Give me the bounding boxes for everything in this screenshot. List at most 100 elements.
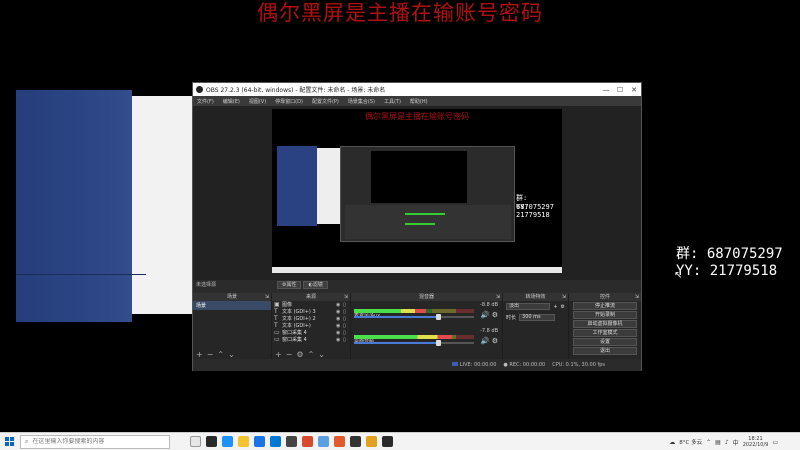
speaker-icon[interactable]: 🔊	[481, 337, 490, 345]
lock-icon[interactable]: ▯	[343, 316, 350, 322]
volume-slider[interactable]	[354, 340, 474, 346]
live-indicator-icon	[452, 362, 459, 366]
visibility-eye-icon[interactable]: ◉	[336, 323, 343, 329]
steam-app-icon[interactable]	[286, 436, 297, 447]
edge-app-icon[interactable]	[222, 436, 233, 447]
start-recording-button[interactable]: 开始录制	[573, 311, 637, 319]
lock-icon[interactable]: ▯	[343, 330, 350, 336]
move-up-icon[interactable]: ⌃	[308, 350, 315, 359]
chevron-up-icon[interactable]: ⌃	[706, 439, 711, 446]
obs-app-icon[interactable]	[206, 436, 217, 447]
windows-taskbar: ⌕ ☁ 8°C 多云 ⌃ ▤ ♪ 中 18:21 2022/10/9 ▭	[0, 432, 800, 450]
exit-button[interactable]: 退出	[573, 347, 637, 355]
ime-icon[interactable]: 中	[733, 438, 739, 447]
settings-button[interactable]: 设置	[573, 338, 637, 346]
menu-file[interactable]: 文件(F)	[197, 98, 214, 105]
rec-indicator-icon: ●	[503, 362, 508, 368]
speaker-icon[interactable]: 🔊	[481, 311, 490, 319]
cpu-fps-readout: CPU: 0.1%, 30.00 fps	[552, 362, 605, 368]
visibility-eye-icon[interactable]: ◉	[336, 309, 343, 315]
add-scene-icon[interactable]: +	[196, 350, 203, 359]
filters-button[interactable]: ◐滤镜	[303, 281, 328, 289]
dock-pin-icon[interactable]: ⇲	[496, 293, 500, 301]
title-bar: OBS 27.2.3 (64-bit, windows) - 配置文件: 未命名…	[193, 83, 641, 96]
preview-canvas[interactable]: 偶尔黑屏是主播在输账号密码 群: 687075297 YY: 21779518	[272, 109, 562, 273]
dock-pin-icon[interactable]: ⇲	[562, 293, 566, 301]
task-view-icon[interactable]	[190, 436, 201, 447]
properties-button[interactable]: ⚙属性	[277, 281, 302, 289]
stop-streaming-button[interactable]: 停止推流	[573, 302, 637, 310]
source-item[interactable]: T 文本 (GDI+) 2 ◉ ▯	[272, 315, 350, 322]
store-app-icon[interactable]	[270, 436, 281, 447]
taskbar-search[interactable]: ⌕	[20, 434, 170, 449]
dock-pin-icon[interactable]: ⇲	[265, 293, 269, 301]
weather-text[interactable]: 8°C 多云	[679, 438, 702, 446]
duration-input[interactable]: 300 ms	[519, 314, 556, 321]
source-item[interactable]: ▣ 图像 ◉ ▯	[272, 301, 350, 308]
add-transition-icon[interactable]: +	[553, 304, 557, 310]
app-icon-dark[interactable]	[350, 436, 361, 447]
lock-icon[interactable]: ▯	[343, 309, 350, 315]
source-item[interactable]: ▭ 窗口采集 4 ◉ ▯	[272, 336, 350, 343]
menu-tools[interactable]: 工具(T)	[384, 98, 401, 105]
menu-edit[interactable]: 编辑(E)	[223, 98, 240, 105]
audio-mixer-dock: 混音器⇲ 麦克风/Aux-8.8 dB🔊 ⚙桌面音频-7.8 dB🔊 ⚙	[351, 293, 503, 359]
clock[interactable]: 18:21 2022/10/9	[743, 436, 769, 448]
source-name: 窗口采集 4	[282, 337, 307, 343]
app-icon-red[interactable]	[302, 436, 313, 447]
menu-help[interactable]: 帮助(H)	[410, 98, 428, 105]
maximize-button[interactable]: ☐	[613, 86, 627, 94]
lock-icon[interactable]: ▯	[343, 337, 350, 343]
visibility-eye-icon[interactable]: ◉	[336, 316, 343, 322]
app-icon-black[interactable]	[382, 436, 393, 447]
app-icon-orange[interactable]	[334, 436, 345, 447]
studio-mode-button[interactable]: 工作室模式	[573, 329, 637, 337]
channel-settings-icon[interactable]: ⚙	[492, 311, 498, 319]
search-input[interactable]	[32, 438, 169, 445]
network-icon[interactable]: ▤	[715, 439, 721, 446]
start-virtual-camera-button[interactable]: 启动虚拟摄像机	[573, 320, 637, 328]
windows-logo-icon	[4, 437, 14, 446]
visibility-eye-icon[interactable]: ◉	[336, 302, 343, 308]
app-icon-yellow[interactable]	[366, 436, 377, 447]
start-button[interactable]	[0, 433, 18, 450]
sources-dock: 来源 ⇲ ▣ 图像 ◉ ▯ T 文本 (GDI+) 3 ◉ ▯ T 文本 (GDI+) 2 ◉ ▯ T 文本…	[272, 293, 351, 359]
source-item[interactable]: T 文本 (GDI+) 3 ◉ ▯	[272, 308, 350, 315]
move-down-icon[interactable]: ⌄	[228, 350, 235, 359]
source-item[interactable]: T 文本 (GDI+) ◉ ▯	[272, 322, 350, 329]
rec-timer: REC: 00:00:00	[509, 362, 546, 368]
lock-icon[interactable]: ▯	[343, 302, 350, 308]
visibility-eye-icon[interactable]: ◉	[336, 337, 343, 343]
app-icon-blue[interactable]	[318, 436, 329, 447]
channel-db: -7.8 dB	[480, 328, 498, 334]
scene-item[interactable]: 场景	[193, 301, 271, 310]
transition-select[interactable]: 淡出	[506, 303, 551, 310]
transition-settings-icon[interactable]: ⚙	[561, 304, 565, 310]
volume-icon[interactable]: ♪	[725, 439, 729, 446]
close-button[interactable]: ✕	[627, 86, 641, 94]
qq-group-text: 群: 687075297	[676, 246, 783, 262]
remove-source-icon[interactable]: −	[286, 350, 293, 359]
volume-slider[interactable]	[354, 314, 474, 320]
add-source-icon[interactable]: +	[275, 350, 282, 359]
dock-pin-icon[interactable]: ⇲	[635, 293, 639, 301]
notification-icon[interactable]: ▭	[772, 439, 778, 446]
menu-docks[interactable]: 停靠窗口(D)	[275, 98, 303, 105]
menu-profile[interactable]: 配置文件(P)	[312, 98, 339, 105]
menu-scene-collection[interactable]: 场景集合(S)	[348, 98, 375, 105]
move-up-icon[interactable]: ⌃	[217, 350, 224, 359]
lock-icon[interactable]: ▯	[343, 323, 350, 329]
minimize-button[interactable]: —	[599, 86, 613, 94]
source-item[interactable]: ▭ 窗口采集 4 ◉ ▯	[272, 329, 350, 336]
status-bar: LIVE: 00:00:00 ● REC: 00:00:00 CPU: 0.1%…	[193, 359, 641, 371]
menu-view[interactable]: 视图(V)	[249, 98, 266, 105]
visibility-eye-icon[interactable]: ◉	[336, 330, 343, 336]
chrome-app-icon[interactable]	[254, 436, 265, 447]
channel-settings-icon[interactable]: ⚙	[492, 337, 498, 345]
dock-pin-icon[interactable]: ⇲	[344, 293, 348, 301]
preview-yy-id: YY: 21779518	[516, 203, 550, 219]
file-explorer-icon[interactable]	[238, 436, 249, 447]
source-settings-icon[interactable]: ⚙	[296, 350, 303, 359]
remove-scene-icon[interactable]: −	[207, 350, 214, 359]
move-down-icon[interactable]: ⌄	[318, 350, 325, 359]
